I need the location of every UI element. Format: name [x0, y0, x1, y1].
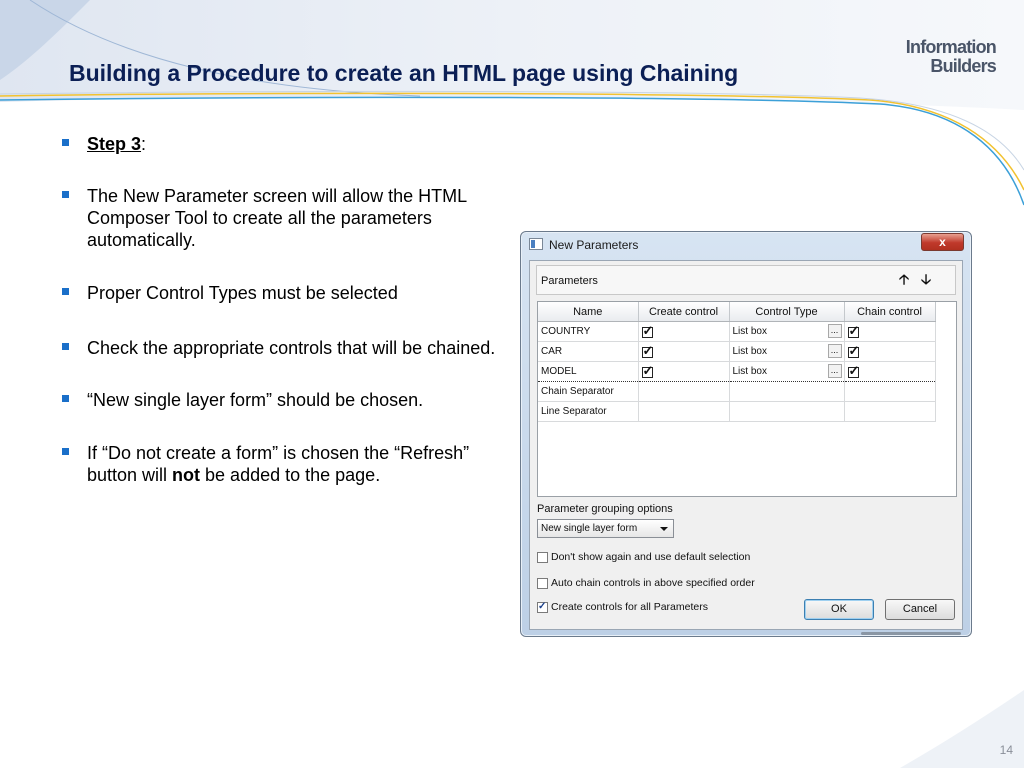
resize-grip[interactable] — [861, 632, 961, 635]
cell-control-type[interactable]: List box... — [729, 361, 845, 382]
close-icon: x — [939, 235, 946, 249]
create-all-controls-checkbox[interactable] — [537, 600, 548, 613]
dont-show-again-label: Don't show again and use default selecti… — [551, 551, 751, 563]
cell-create-control[interactable] — [638, 321, 730, 342]
auto-chain-option[interactable]: Auto chain controls in above specified o… — [537, 577, 755, 591]
close-button[interactable]: x — [921, 233, 964, 251]
column-header-name[interactable]: Name — [538, 302, 639, 322]
parameters-label: Parameters — [541, 275, 598, 287]
cancel-button[interactable]: Cancel — [885, 599, 955, 620]
bullet-step: Step 3: — [62, 133, 502, 155]
cell-chain-control[interactable] — [844, 341, 936, 362]
create-all-controls-option[interactable]: Create controls for all Parameters — [537, 600, 708, 615]
bullet-check-controls: Check the appropriate controls that will… — [62, 337, 502, 359]
bullet-text: The New Parameter screen will allow the … — [87, 186, 467, 250]
bullet-marker — [62, 191, 69, 198]
cell-create-control[interactable] — [638, 401, 730, 422]
page-number: 14 — [999, 743, 1013, 757]
control-type-value: List box — [732, 346, 767, 357]
bullet-marker — [62, 448, 69, 455]
cell-chain-control[interactable] — [844, 381, 936, 402]
bullet-list: Step 3: The New Parameter screen will al… — [62, 133, 502, 486]
cell-chain-control[interactable] — [844, 321, 936, 342]
logo-line-1: Information — [905, 37, 997, 57]
cell-control-type[interactable] — [729, 401, 845, 422]
bullet-control-types: Proper Control Types must be selected — [62, 282, 502, 304]
column-header-chain-control[interactable]: Chain control — [844, 302, 936, 322]
bullet-text: Proper Control Types must be selected — [87, 283, 398, 303]
ellipsis-button[interactable]: ... — [827, 324, 842, 338]
step-suffix: : — [141, 134, 147, 154]
bullet-text: “New single layer form” should be chosen… — [87, 390, 424, 410]
chain-control-checkbox[interactable] — [847, 363, 859, 379]
control-type-value: List box — [732, 326, 767, 337]
bullet-refresh-note: If “Do not create a form” is chosen the … — [62, 442, 502, 486]
column-header-control-type[interactable]: Control Type — [729, 302, 845, 322]
bullet-marker — [62, 288, 69, 295]
dialog-body: Parameters 🡡 🡣 Name Create control Contr… — [529, 260, 963, 630]
page-title: Building a Procedure to create an HTML p… — [69, 60, 739, 86]
cell-name[interactable]: Line Separator — [538, 401, 639, 422]
ellipsis-button[interactable]: ... — [827, 344, 842, 358]
grouping-options-label: Parameter grouping options — [537, 503, 673, 515]
cell-name[interactable]: CAR — [538, 341, 639, 362]
bullet-text: be added to the page. — [200, 465, 381, 485]
cell-chain-control[interactable] — [844, 361, 936, 382]
table-row[interactable]: Line Separator — [538, 401, 936, 422]
cell-name[interactable]: MODEL — [538, 361, 639, 382]
auto-chain-label: Auto chain controls in above specified o… — [551, 577, 755, 589]
parameters-table: Name Create control Control Type Chain c… — [538, 302, 936, 422]
bullet-new-parameter-screen: The New Parameter screen will allow the … — [62, 185, 502, 251]
dialog-titlebar[interactable]: New Parameters x — [521, 232, 971, 258]
slide: Building a Procedure to create an HTML p… — [0, 0, 1024, 768]
dont-show-again-checkbox[interactable] — [537, 551, 548, 563]
auto-chain-checkbox[interactable] — [537, 577, 548, 589]
move-up-icon[interactable]: 🡡 — [899, 272, 909, 286]
bullet-marker — [62, 395, 69, 402]
bullet-text: Check the appropriate controls that will… — [87, 338, 496, 358]
chevron-down-icon — [660, 527, 668, 531]
cell-create-control[interactable] — [638, 341, 730, 362]
cell-name[interactable]: Chain Separator — [538, 381, 639, 402]
chain-control-checkbox[interactable] — [847, 323, 859, 339]
cell-create-control[interactable] — [638, 381, 730, 402]
dialog-title: New Parameters — [549, 238, 639, 252]
table-row-selected[interactable]: MODEL List box... — [538, 361, 936, 382]
table-row[interactable]: COUNTRY List box... — [538, 321, 936, 342]
bullet-marker — [62, 139, 69, 146]
company-logo: Information Builders — [890, 37, 997, 76]
cell-create-control[interactable] — [638, 361, 730, 382]
window-icon — [529, 238, 543, 250]
create-control-checkbox[interactable] — [641, 363, 653, 379]
table-row[interactable]: Chain Separator — [538, 381, 936, 402]
chain-control-checkbox[interactable] — [847, 343, 859, 359]
step-label: Step 3 — [87, 134, 142, 154]
ellipsis-button[interactable]: ... — [827, 364, 842, 378]
logo-line-2: Builders — [930, 56, 996, 76]
cell-control-type[interactable]: List box... — [729, 341, 845, 362]
ok-button[interactable]: OK — [804, 599, 874, 620]
parameters-grid: Name Create control Control Type Chain c… — [537, 301, 957, 497]
table-header-row: Name Create control Control Type Chain c… — [538, 302, 936, 322]
cell-control-type[interactable]: List box... — [729, 321, 845, 342]
cell-chain-control[interactable] — [844, 401, 936, 422]
move-down-icon[interactable]: 🡣 — [921, 272, 931, 286]
column-header-create-control[interactable]: Create control — [638, 302, 730, 322]
create-control-checkbox[interactable] — [641, 323, 653, 339]
cell-control-type[interactable] — [729, 381, 845, 402]
create-all-controls-label: Create controls for all Parameters — [551, 601, 708, 613]
cell-name[interactable]: COUNTRY — [538, 321, 639, 342]
bullet-marker — [62, 343, 69, 350]
bullet-bold-text: not — [172, 465, 201, 485]
parameters-header: Parameters 🡡 🡣 — [536, 265, 956, 295]
table-row[interactable]: CAR List box... — [538, 341, 936, 362]
create-control-checkbox[interactable] — [641, 343, 653, 359]
bullet-single-layer-form: “New single layer form” should be chosen… — [62, 389, 502, 411]
grouping-options-select[interactable]: New single layer form — [537, 519, 674, 538]
grouping-selected-value: New single layer form — [541, 523, 638, 534]
new-parameters-dialog: New Parameters x Parameters 🡡 🡣 Name Cre… — [520, 231, 972, 637]
control-type-value: List box — [732, 366, 767, 377]
dont-show-again-option[interactable]: Don't show again and use default selecti… — [537, 551, 750, 565]
